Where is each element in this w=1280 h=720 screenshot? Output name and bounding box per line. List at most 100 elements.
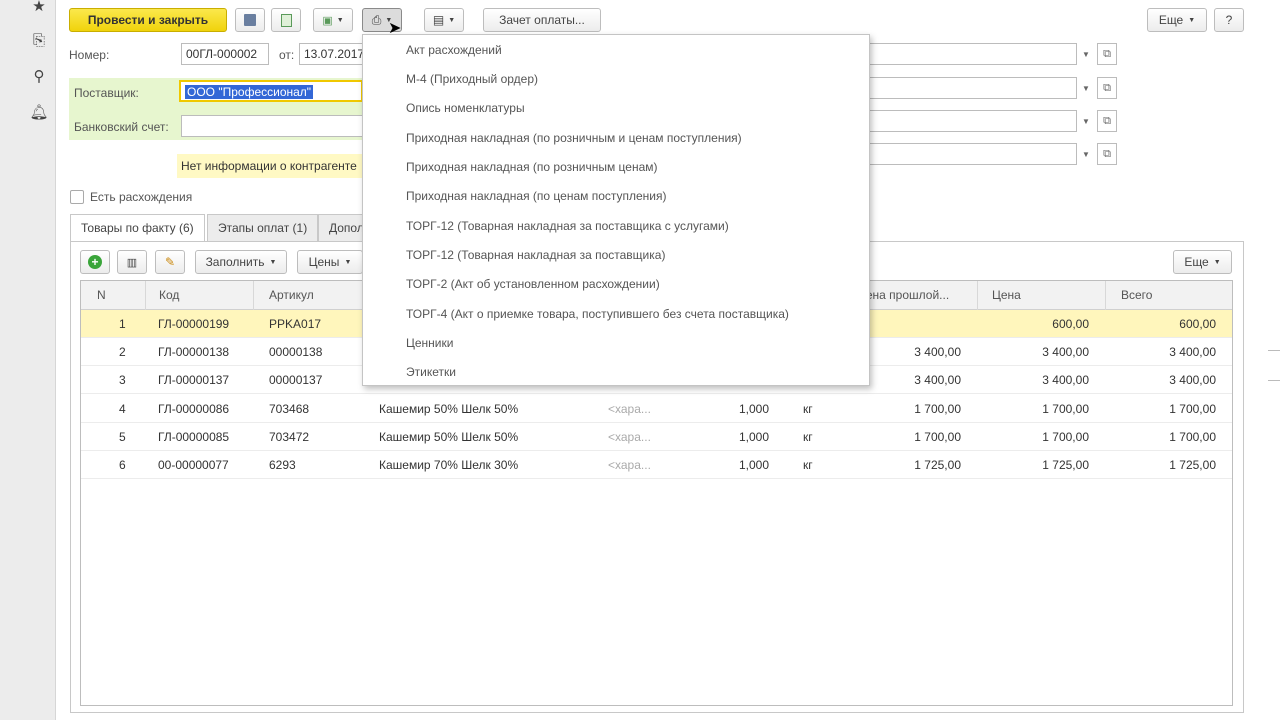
menu-item-receipt-invoice-purchase[interactable]: Приходная накладная (по ценам поступлени… [406, 189, 667, 203]
edit-button[interactable]: ✎ [155, 250, 185, 274]
cell-n: 5 [119, 430, 126, 444]
menu-item-discrepancy-act[interactable]: Акт расхождений [406, 43, 502, 57]
menu-item-receipt-invoice-retail-and-purchase[interactable]: Приходная накладная (по розничным и цена… [406, 131, 742, 145]
menu-item-m4-receipt-order[interactable]: М-4 (Приходный ордер) [406, 72, 538, 86]
number-field[interactable]: 00ГЛ-000002 [181, 43, 269, 65]
col-prev-price[interactable]: Цена прошлой... [857, 288, 949, 302]
col-article[interactable]: Артикул [269, 288, 314, 302]
date-from-label: от: [279, 48, 295, 62]
cell-prev-price: 3 400,00 [914, 373, 961, 387]
cell-price: 1 725,00 [1042, 458, 1089, 472]
cell-price: 600,00 [1052, 317, 1089, 331]
menu-item-torg12[interactable]: ТОРГ-12 (Товарная накладная за поставщик… [406, 248, 665, 262]
menu-item-price-tags[interactable]: Ценники [406, 336, 453, 350]
contract-field[interactable] [868, 110, 1077, 132]
cell-characteristic: <хара... [608, 430, 651, 444]
scroll-divider [1268, 380, 1280, 381]
print-menu: Акт расхождений М-4 (Приходный ордер) Оп… [362, 34, 870, 386]
documents-icon[interactable]: ⎘ [28, 30, 50, 52]
cell-code: ГЛ-00000137 [158, 373, 230, 387]
menu-item-nomenclature-list[interactable]: Опись номенклатуры [406, 101, 525, 115]
supplier-label: Поставщик: [74, 86, 139, 100]
more-label: Еще [1158, 13, 1184, 27]
table-row[interactable]: 6 00-00000077 6293 Кашемир 70% Шелк 30% … [81, 451, 1232, 479]
open-icon[interactable]: ⧉ [1097, 110, 1117, 132]
chevron-down-icon: ▼ [269, 258, 277, 266]
date-field[interactable]: 13.07.2017 [299, 43, 363, 65]
create-based-on-button[interactable]: ▣ ▼ [313, 8, 353, 32]
counterparty-info-message: Нет информации о контрагенте [177, 154, 363, 178]
menu-item-labels[interactable]: Этикетки [406, 365, 456, 379]
bank-account-label: Банковский счет: [74, 120, 169, 134]
table-row[interactable]: 4 ГЛ-00000086 703468 Кашемир 50% Шелк 50… [81, 395, 1232, 423]
discrepancy-checkbox[interactable] [70, 190, 84, 204]
cell-code: ГЛ-00000138 [158, 345, 230, 359]
warehouse-field[interactable] [868, 77, 1077, 99]
cell-n: 3 [119, 373, 126, 387]
chevron-down-icon[interactable]: ▼ [1078, 143, 1094, 165]
post-button[interactable] [271, 8, 301, 32]
cell-total: 1 725,00 [1169, 458, 1216, 472]
report-icon: ▤ [432, 13, 445, 27]
more-actions-button[interactable]: Еще ▼ [1147, 8, 1207, 32]
fill-button[interactable]: Заполнить ▼ [195, 250, 287, 274]
left-nav-rail: ★ ⎘ ⚲ 🔔︎ [0, 0, 56, 720]
reports-button[interactable]: ▤ ▼ [424, 8, 464, 32]
cell-total: 1 700,00 [1169, 430, 1216, 444]
col-total[interactable]: Всего [1121, 288, 1152, 302]
col-code[interactable]: Код [159, 288, 179, 302]
bank-account-field[interactable] [181, 115, 363, 137]
chevron-down-icon: ▼ [1188, 16, 1196, 24]
table-row[interactable]: 5 ГЛ-00000085 703472 Кашемир 50% Шелк 50… [81, 423, 1232, 451]
add-row-button[interactable]: + [80, 250, 110, 274]
prices-label: Цены [308, 255, 340, 269]
payment-offset-button[interactable]: Зачет оплаты... [483, 8, 601, 32]
cell-prev-price: 1 700,00 [914, 430, 961, 444]
tab-goods-actual[interactable]: Товары по факту (6) [70, 214, 205, 242]
grid-more-label: Еще [1184, 255, 1209, 269]
cell-prev-price: 1 700,00 [914, 402, 961, 416]
grid-more-button[interactable]: Еще ▼ [1173, 250, 1232, 274]
open-icon[interactable]: ⧉ [1097, 143, 1117, 165]
post-document-icon [280, 13, 292, 27]
column-separator [145, 281, 146, 310]
chevron-down-icon[interactable]: ▼ [1078, 77, 1094, 99]
menu-item-torg12-with-services[interactable]: ТОРГ-12 (Товарная накладная за поставщик… [406, 219, 729, 233]
open-icon[interactable]: ⧉ [1097, 43, 1117, 65]
tab-payment-stages[interactable]: Этапы оплат (1) [207, 214, 319, 241]
cell-price: 1 700,00 [1042, 430, 1089, 444]
cell-article: 6293 [269, 458, 296, 472]
chevron-down-icon: ▼ [344, 258, 352, 266]
barcode-button[interactable]: ▥ [117, 250, 147, 274]
menu-item-receipt-invoice-retail[interactable]: Приходная накладная (по розничным ценам) [406, 160, 658, 174]
cell-unit: кг [803, 458, 813, 472]
cell-price: 1 700,00 [1042, 402, 1089, 416]
operation-field[interactable] [868, 143, 1077, 165]
menu-item-torg2[interactable]: ТОРГ-2 (Акт об установленном расхождении… [406, 277, 660, 291]
chevron-down-icon[interactable]: ▼ [1078, 110, 1094, 132]
col-price[interactable]: Цена [992, 288, 1021, 302]
col-n[interactable]: N [97, 288, 106, 302]
mouse-cursor-icon: ➤ [388, 20, 402, 37]
number-label: Номер: [69, 48, 110, 62]
cell-n: 2 [119, 345, 126, 359]
cell-qty: 1,000 [738, 458, 769, 472]
supplier-value: ООО "Профессионал" [185, 85, 314, 99]
organization-field[interactable] [868, 43, 1077, 65]
help-button[interactable]: ? [1214, 8, 1244, 32]
post-and-close-button[interactable]: Провести и закрыть [69, 8, 227, 32]
supplier-field[interactable]: ООО "Профессионал" [179, 80, 363, 102]
barcode-icon: ▥ [126, 256, 138, 269]
star-icon[interactable]: ★ [28, 0, 50, 18]
cell-article: 00000138 [269, 345, 323, 359]
chevron-down-icon[interactable]: ▼ [1078, 43, 1094, 65]
open-icon[interactable]: ⧉ [1097, 77, 1117, 99]
save-button[interactable] [235, 8, 265, 32]
column-separator [1105, 281, 1106, 310]
menu-item-torg4[interactable]: ТОРГ-4 (Акт о приемке товара, поступивше… [406, 307, 789, 321]
chevron-down-icon: ▼ [336, 16, 344, 24]
search-icon[interactable]: ⚲ [28, 66, 50, 88]
cell-code: 00-00000077 [158, 458, 229, 472]
bell-icon[interactable]: 🔔︎ [28, 102, 50, 124]
prices-button[interactable]: Цены ▼ [297, 250, 363, 274]
